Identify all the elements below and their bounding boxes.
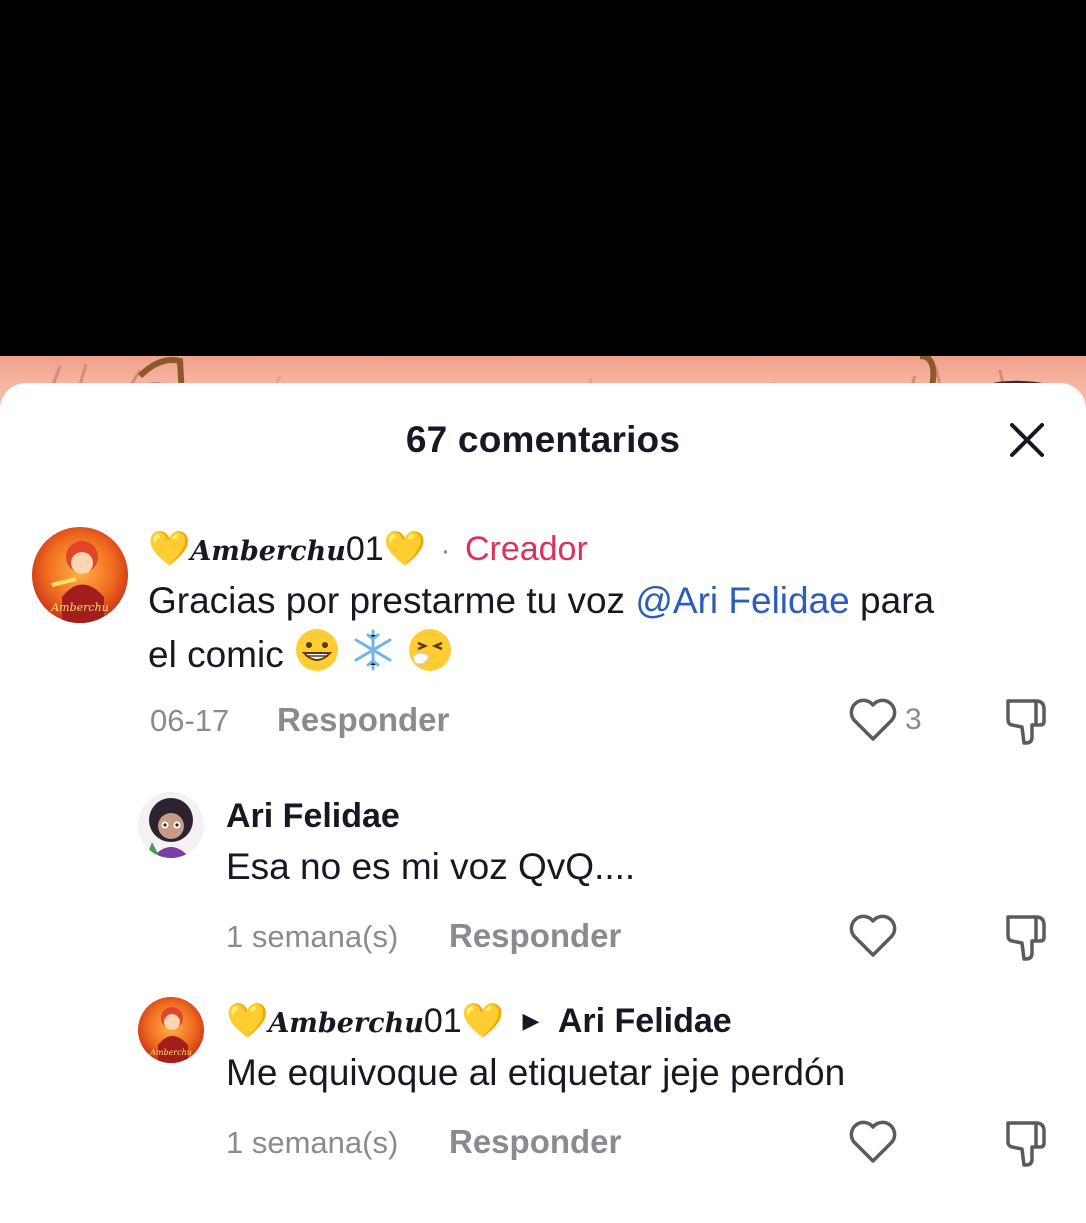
svg-text:Amberchu: Amberchu [50, 601, 109, 614]
like-heart-icon[interactable] [848, 697, 898, 748]
svg-text:Amberchu: Amberchu [149, 1048, 192, 1057]
creator-badge: Creador [464, 530, 588, 568]
comments-count-title: 67 comentarios [405, 419, 681, 460]
author-name-script: Amberchu [190, 536, 346, 567]
comment-date: 1 semana(s) [226, 1125, 399, 1160]
author-name-script: Amberchu [268, 1008, 424, 1039]
reply-button[interactable]: Responder [449, 1123, 621, 1161]
comment-author-row: 💛Amberchu01💛 ▶ Ari Felidae [226, 1001, 732, 1041]
dislike-icon[interactable] [1002, 911, 1052, 968]
comment-text: Gracias por prestarme tu voz @Ari Felida… [148, 580, 935, 621]
comment-author[interactable]: 💛Amberchu01💛 [148, 530, 430, 568]
avatar[interactable]: Amberchu [32, 527, 128, 623]
reply-arrow-icon: ▶ [522, 1008, 540, 1033]
reply-button[interactable]: Responder [449, 917, 621, 955]
video-player[interactable] [0, 0, 1086, 420]
like-count: 3 [905, 703, 922, 736]
separator-dot: · [440, 534, 451, 567]
comment-author[interactable]: Ari Felidae [226, 797, 400, 836]
comments-sheet: 67 comentarios Amberchu 💛Amberchu01💛 · C… [0, 383, 1086, 1223]
comment-text: Esa no es mi voz QvQ.... [226, 846, 636, 887]
reply-to-user[interactable]: Ari Felidae [558, 1002, 732, 1040]
comment-author-row: 💛Amberchu01💛 · Creador [148, 529, 588, 569]
close-icon[interactable] [1006, 419, 1048, 461]
avatar[interactable]: Amberchu [138, 997, 204, 1063]
mention-link[interactable]: @Ari Felidae [635, 580, 849, 621]
like-heart-icon[interactable] [848, 1119, 898, 1170]
reply-button[interactable]: Responder [277, 701, 449, 739]
grinning-face-icon [294, 627, 340, 687]
comment-date: 06-17 [150, 703, 230, 738]
dislike-icon[interactable] [1002, 695, 1052, 752]
comment-author[interactable]: 💛Amberchu01💛 [226, 1002, 508, 1040]
comment-date: 1 semana(s) [226, 919, 399, 954]
snowflake-icon [350, 627, 396, 687]
sneezing-face-icon [407, 627, 453, 687]
avatar[interactable] [138, 792, 204, 858]
like-heart-icon[interactable] [848, 913, 898, 964]
comment-text: Me equivoque al etiquetar jeje perdón [226, 1052, 846, 1093]
dislike-icon[interactable] [1002, 1117, 1052, 1174]
comment-text-line2: el comic [148, 627, 453, 687]
